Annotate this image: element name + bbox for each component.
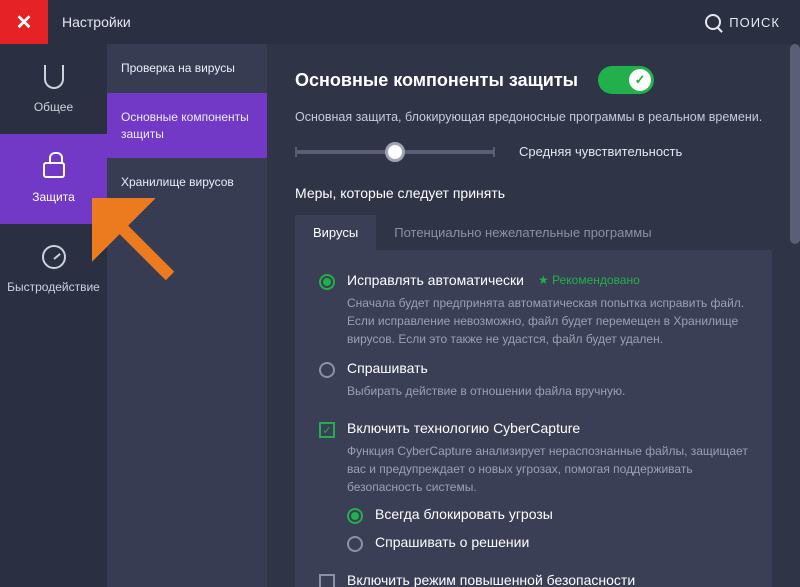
- measures-heading: Меры, которые следует принять: [295, 185, 772, 201]
- section-title: Основные компоненты защиты: [295, 70, 578, 91]
- nav-performance[interactable]: Быстродействие: [0, 224, 107, 314]
- search-label: ПОИСК: [729, 15, 780, 30]
- submenu: Проверка на вирусы Основные компоненты з…: [107, 44, 267, 587]
- main-panel: Основные компоненты защиты Основная защи…: [267, 44, 800, 587]
- core-shields-toggle[interactable]: [598, 66, 654, 94]
- tab-pup[interactable]: Потенциально нежелательные программы: [376, 215, 669, 250]
- sidebar-nav: Общее Защита Быстродействие: [0, 44, 107, 587]
- slider-knob[interactable]: [385, 142, 405, 162]
- search-button[interactable]: ПОИСК: [705, 14, 780, 30]
- star-icon: ★: [538, 273, 549, 287]
- radio-block-always[interactable]: [347, 508, 363, 524]
- sensitivity-slider[interactable]: [295, 150, 495, 154]
- submenu-scan[interactable]: Проверка на вирусы: [107, 44, 267, 93]
- radio-fix-auto-desc: Сначала будет предпринята автоматическая…: [347, 294, 748, 348]
- page-title: Настройки: [62, 14, 131, 30]
- radio-fix-auto[interactable]: [319, 274, 335, 290]
- shield-icon: [41, 64, 67, 90]
- recommended-badge: ★ Рекомендовано: [538, 273, 640, 287]
- radio-block-always-label: Всегда блокировать угрозы: [375, 506, 553, 522]
- submenu-virus-chest[interactable]: Хранилище вирусов: [107, 158, 267, 207]
- radio-fix-auto-label: Исправлять автоматически: [347, 272, 524, 288]
- search-icon: [705, 14, 721, 30]
- lock-icon: [41, 154, 67, 180]
- recommended-text: Рекомендовано: [552, 273, 640, 287]
- gauge-icon: [41, 244, 67, 270]
- hardened-mode-label: Включить режим повышенной безопасности: [347, 572, 635, 587]
- sensitivity-label: Средняя чувствительность: [519, 144, 682, 159]
- radio-ask[interactable]: [319, 362, 335, 378]
- tab-viruses[interactable]: Вирусы: [295, 215, 376, 250]
- submenu-core-shields[interactable]: Основные компоненты защиты: [107, 93, 267, 159]
- radio-ask-decision-label: Спрашивать о решении: [375, 534, 529, 550]
- close-button[interactable]: ✕: [0, 0, 48, 44]
- checkbox-hardened-mode[interactable]: ✓: [319, 574, 335, 587]
- action-panel: Исправлять автоматически ★ Рекомендовано…: [295, 250, 772, 587]
- nav-protection-label: Защита: [32, 190, 75, 204]
- scrollbar[interactable]: [790, 44, 800, 244]
- nav-performance-label: Быстродействие: [7, 280, 100, 294]
- radio-ask-label: Спрашивать: [347, 360, 625, 376]
- radio-ask-decision[interactable]: [347, 536, 363, 552]
- nav-general-label: Общее: [34, 100, 73, 114]
- section-subtitle: Основная защита, блокирующая вредоносные…: [295, 110, 772, 124]
- checkbox-cybercapture[interactable]: ✓: [319, 422, 335, 438]
- cybercapture-desc: Функция CyberCapture анализирует нераспо…: [347, 442, 748, 496]
- nav-general[interactable]: Общее: [0, 44, 107, 134]
- nav-protection[interactable]: Защита: [0, 134, 107, 224]
- cybercapture-label: Включить технологию CyberCapture: [347, 420, 748, 436]
- radio-ask-desc: Выбирать действие в отношении файла вруч…: [347, 382, 625, 400]
